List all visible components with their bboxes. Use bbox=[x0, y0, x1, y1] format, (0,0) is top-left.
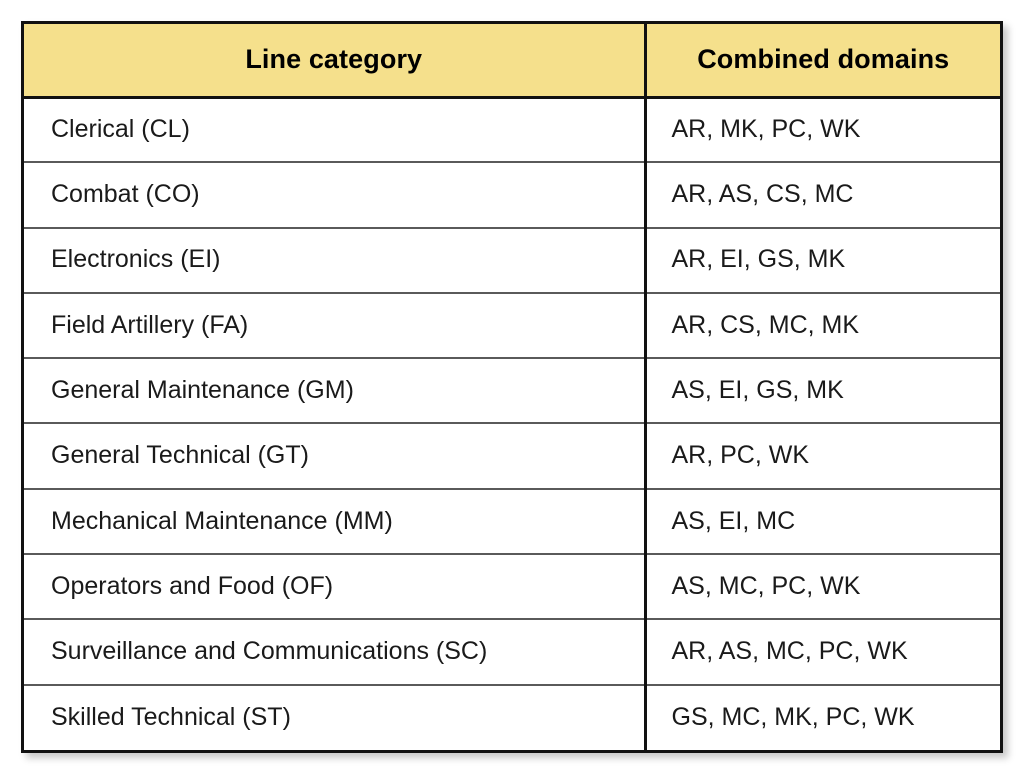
data-table: Line category Combined domains Clerical … bbox=[24, 24, 1000, 750]
cell-combined-domains: AR, AS, CS, MC bbox=[645, 162, 1000, 229]
table-row: General Technical (GT) AR, PC, WK bbox=[24, 423, 1000, 490]
combined-domains-label: AR, AS, MC, PC, WK bbox=[671, 637, 908, 666]
table-body: Clerical (CL) AR, MK, PC, WK Combat (CO)… bbox=[24, 97, 1000, 750]
column-header-combined-domains: Combined domains bbox=[645, 24, 1000, 99]
combined-domains-label: AR, CS, MC, MK bbox=[671, 310, 860, 339]
table-row: Mechanical Maintenance (MM) AS, EI, MC bbox=[24, 488, 1000, 556]
column-header-line-category: Line category bbox=[24, 24, 647, 99]
table-header: Line category Combined domains bbox=[24, 24, 1000, 99]
line-category-label: Skilled Technical (ST) bbox=[51, 703, 291, 732]
line-category-label: Field Artillery (FA) bbox=[51, 310, 249, 339]
cell-line-category: General Technical (GT) bbox=[24, 423, 647, 490]
line-category-label: General Technical (GT) bbox=[51, 441, 309, 470]
cell-combined-domains: AS, EI, MC bbox=[645, 488, 1000, 556]
table-row: Skilled Technical (ST) GS, MC, MK, PC, W… bbox=[24, 684, 1000, 750]
table-row: Operators and Food (OF) AS, MC, PC, WK bbox=[24, 554, 1000, 621]
table-row: Surveillance and Communications (SC) AR,… bbox=[24, 619, 1000, 686]
cell-line-category: Surveillance and Communications (SC) bbox=[24, 619, 647, 686]
cell-combined-domains: AS, EI, GS, MK bbox=[645, 358, 1000, 425]
combined-domains-label: AS, EI, GS, MK bbox=[671, 376, 844, 405]
table-row: Field Artillery (FA) AR, CS, MC, MK bbox=[24, 292, 1000, 360]
cell-line-category: Field Artillery (FA) bbox=[24, 292, 647, 360]
line-category-label: Operators and Food (OF) bbox=[51, 571, 334, 600]
cell-combined-domains: AS, MC, PC, WK bbox=[645, 554, 1000, 621]
cell-combined-domains: AR, CS, MC, MK bbox=[645, 292, 1000, 360]
table-row: General Maintenance (GM) AS, EI, GS, MK bbox=[24, 358, 1000, 425]
cell-line-category: Mechanical Maintenance (MM) bbox=[24, 488, 647, 556]
cell-combined-domains: AR, EI, GS, MK bbox=[645, 227, 1000, 294]
combined-domains-label: AS, MC, PC, WK bbox=[671, 571, 861, 600]
cell-line-category: Clerical (CL) bbox=[24, 97, 647, 164]
table-row: Clerical (CL) AR, MK, PC, WK bbox=[24, 97, 1000, 164]
header-row: Line category Combined domains bbox=[24, 24, 1000, 99]
page-root: Line category Combined domains Clerical … bbox=[0, 0, 1024, 776]
line-category-label: General Maintenance (GM) bbox=[51, 376, 354, 405]
combined-domains-label: AR, EI, GS, MK bbox=[671, 245, 846, 274]
line-category-label: Surveillance and Communications (SC) bbox=[51, 637, 488, 666]
cell-line-category: Skilled Technical (ST) bbox=[24, 684, 647, 750]
cell-line-category: General Maintenance (GM) bbox=[24, 358, 647, 425]
cell-combined-domains: AR, MK, PC, WK bbox=[645, 97, 1000, 164]
cell-line-category: Operators and Food (OF) bbox=[24, 554, 647, 621]
line-category-label: Combat (CO) bbox=[51, 180, 200, 209]
line-category-label: Clerical (CL) bbox=[51, 115, 190, 144]
combined-domains-label: GS, MC, MK, PC, WK bbox=[671, 703, 915, 732]
table-row: Electronics (EI) AR, EI, GS, MK bbox=[24, 227, 1000, 294]
cell-combined-domains: AR, PC, WK bbox=[645, 423, 1000, 490]
cell-combined-domains: AR, AS, MC, PC, WK bbox=[645, 619, 1000, 686]
combined-domains-label: AR, PC, WK bbox=[671, 441, 810, 470]
line-category-label: Mechanical Maintenance (MM) bbox=[51, 506, 393, 535]
table-row: Combat (CO) AR, AS, CS, MC bbox=[24, 162, 1000, 229]
line-category-label: Electronics (EI) bbox=[51, 245, 221, 274]
cell-line-category: Combat (CO) bbox=[24, 162, 647, 229]
cell-combined-domains: GS, MC, MK, PC, WK bbox=[645, 684, 1000, 750]
combined-domains-label: AS, EI, MC bbox=[671, 506, 796, 535]
line-category-domains-table: Line category Combined domains Clerical … bbox=[21, 21, 1003, 753]
combined-domains-label: AR, AS, CS, MC bbox=[671, 180, 854, 209]
combined-domains-label: AR, MK, PC, WK bbox=[671, 115, 861, 144]
cell-line-category: Electronics (EI) bbox=[24, 227, 647, 294]
